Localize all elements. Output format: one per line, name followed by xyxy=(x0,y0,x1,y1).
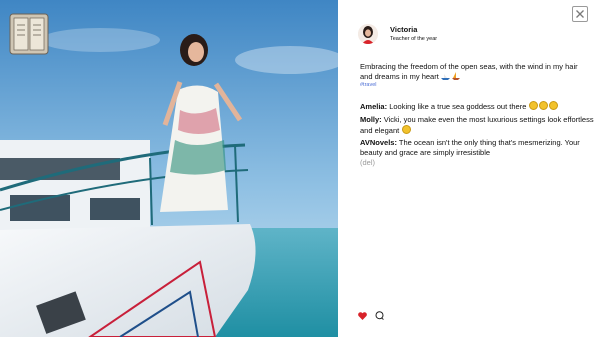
comment-text: Looking like a true sea goddess out ther… xyxy=(389,102,527,111)
post-actions xyxy=(358,311,384,320)
caption-text: Embracing the freedom of the open seas, … xyxy=(360,62,578,81)
ship-emoji-icon xyxy=(440,72,452,81)
smile-emoji-icon xyxy=(402,124,412,134)
smile-emoji-icon xyxy=(539,101,549,110)
heart-icon xyxy=(358,311,367,320)
book-icon[interactable] xyxy=(9,13,49,55)
author-subtitle: Teacher of the year xyxy=(390,36,438,42)
comments-list: Amelia: Looking like a true sea goddess … xyxy=(360,101,596,171)
comment-author[interactable]: Amelia: xyxy=(360,102,387,111)
close-button[interactable] xyxy=(572,6,588,22)
author-name[interactable]: Victoria xyxy=(390,25,417,34)
delete-comment-link[interactable]: (del) xyxy=(360,158,596,168)
comment-item: Molly: Vicki, you make even the most lux… xyxy=(360,115,596,136)
phone-post-viewer: Victoria Teacher of the year Embracing t… xyxy=(0,0,600,337)
smile-emoji-icon xyxy=(549,101,559,110)
avatar[interactable] xyxy=(358,24,378,44)
yacht-scene-image xyxy=(0,0,338,337)
like-button[interactable] xyxy=(358,311,367,320)
comment-author[interactable]: Molly: xyxy=(360,115,382,124)
smile-emoji-icon xyxy=(529,101,539,110)
comment-item: AVNovels: The ocean isn't the only thing… xyxy=(360,138,596,167)
comment-text: Vicki, you make even the most luxurious … xyxy=(360,114,594,135)
comment-author[interactable]: AVNovels: xyxy=(360,138,397,147)
close-icon xyxy=(576,10,584,18)
comment-item: Amelia: Looking like a true sea goddess … xyxy=(360,101,596,112)
comment-button[interactable] xyxy=(375,311,384,320)
post-photo xyxy=(0,0,338,337)
sailboat-emoji-icon xyxy=(451,72,460,81)
post-panel: Victoria Teacher of the year Embracing t… xyxy=(338,0,600,337)
hashtag-link[interactable]: #travel xyxy=(360,82,377,88)
post-caption: Embracing the freedom of the open seas, … xyxy=(360,62,590,82)
comment-icon xyxy=(375,311,384,320)
